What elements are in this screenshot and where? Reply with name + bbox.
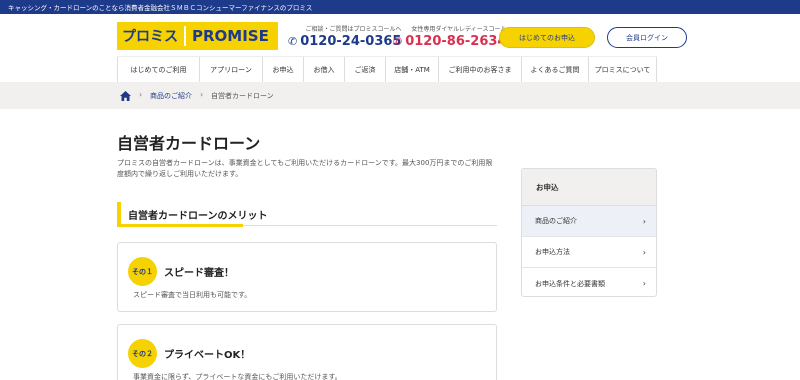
nav-item-borrow[interactable]: お借入 — [303, 57, 344, 83]
promise-logo[interactable]: プロミス PROMISE — [117, 22, 278, 50]
home-icon[interactable] — [120, 91, 131, 101]
phone-icon: ✆ — [288, 35, 298, 48]
sidebar-item-products[interactable]: 商品のご紹介 › — [522, 206, 656, 237]
first-apply-button[interactable]: はじめてのお申込 — [499, 27, 595, 48]
merit-card: その２ プライベートOK！ 事業資金に限らず、プライベートな資金にもご利用いただ… — [117, 324, 497, 380]
breadcrumb-products-link[interactable]: 商品のご紹介 — [150, 91, 192, 101]
breadcrumb-separator-icon: › — [139, 90, 143, 99]
merits-section-title: 自営者カードローンのメリット — [128, 211, 268, 222]
merit-badge: その１ — [128, 257, 157, 286]
merit-card: その１ スピード審査！ スピード審査で当日利用も可能です。 — [117, 242, 497, 312]
chevron-right-icon: › — [642, 216, 646, 226]
nav-item-repay[interactable]: ご返済 — [344, 57, 385, 83]
merit-text: 事業資金に限らず、プライベートな資金にもご利用いただけます。 — [133, 373, 342, 380]
logo-divider — [184, 26, 186, 46]
global-nav: はじめてのご利用 アプリローン お申込 お借入 ご返済 店舗・ATM ご利用中の… — [117, 56, 657, 83]
heading-underline — [117, 224, 243, 227]
nav-item-faq[interactable]: よくあるご質問 — [521, 57, 588, 83]
promise-call-number: 0120-24-0365 — [300, 34, 402, 49]
merit-title: スピード審査！ — [164, 268, 234, 279]
merits-section-heading: 自営者カードローンのメリット — [117, 202, 497, 227]
logo-latin: PROMISE — [192, 27, 269, 45]
nav-item-app-loan[interactable]: アプリローン — [199, 57, 262, 83]
merit-text: スピード審査で当日利用も可能です。 — [133, 291, 252, 299]
nav-item-about[interactable]: プロミスについて — [588, 57, 657, 83]
chevron-right-icon: › — [642, 247, 646, 257]
nav-item-stores-atm[interactable]: 店舗・ATM — [385, 57, 438, 83]
nav-item-first-use[interactable]: はじめてのご利用 — [117, 57, 199, 83]
phone-icon: ✆ — [393, 35, 403, 48]
merit-badge: その２ — [128, 339, 157, 368]
page-intro: プロミスの自営者カードローンは、事業資金としてもご利用いただけるカードローンです… — [117, 159, 493, 178]
sidebar-item-label: お申込条件と必要書類 — [535, 279, 605, 288]
nav-item-apply[interactable]: お申込 — [262, 57, 303, 83]
breadcrumb-separator-icon: › — [200, 90, 204, 99]
promise-call-caption: ご相談・ご質問はプロミスコールへ — [305, 26, 402, 33]
sidebar-item-label: 商品のご紹介 — [535, 217, 577, 225]
breadcrumb: › 商品のご紹介 › 自営者カードローン — [0, 82, 800, 109]
top-banner: キャッシング・カードローンのことなら消費者金融会社ＳＭＢＣコンシューマーファイナ… — [0, 0, 800, 14]
nav-item-current-customers[interactable]: ご利用中のお客さま — [438, 57, 521, 83]
chevron-right-icon: › — [642, 279, 646, 288]
heading-accent-bar — [117, 202, 121, 226]
sidebar-item-label: お申込方法 — [535, 248, 570, 256]
sidebar-item-apply-method[interactable]: お申込方法 › — [522, 237, 656, 268]
member-login-button[interactable]: 会員ログイン — [607, 27, 687, 48]
page-title: 自営者カードローン — [117, 134, 261, 153]
sidebar-heading: お申込 — [522, 169, 656, 206]
breadcrumb-current: 自営者カードローン — [211, 92, 274, 100]
sidebar-item-conditions-documents[interactable]: お申込条件と必要書類 › — [522, 268, 656, 296]
ladies-call-number: 0120-86-2634 — [405, 34, 507, 49]
promise-call[interactable]: ご相談・ご質問はプロミスコールへ ✆ 0120-24-0365 — [288, 24, 401, 49]
ladies-call[interactable]: 女性専用ダイヤルレディースコール ✆ 0120-86-2634 — [393, 24, 506, 49]
sidebar-menu: お申込 商品のご紹介 › お申込方法 › お申込条件と必要書類 › — [521, 168, 657, 297]
merit-title: プライベートOK！ — [164, 350, 251, 361]
logo-katakana: プロミス — [122, 29, 178, 45]
top-banner-text: キャッシング・カードローンのことなら消費者金融会社ＳＭＢＣコンシューマーファイナ… — [8, 4, 313, 12]
ladies-call-caption: 女性専用ダイヤルレディースコール — [411, 26, 507, 33]
site-header: プロミス PROMISE ご相談・ご質問はプロミスコールへ ✆ 0120-24-… — [0, 14, 800, 58]
